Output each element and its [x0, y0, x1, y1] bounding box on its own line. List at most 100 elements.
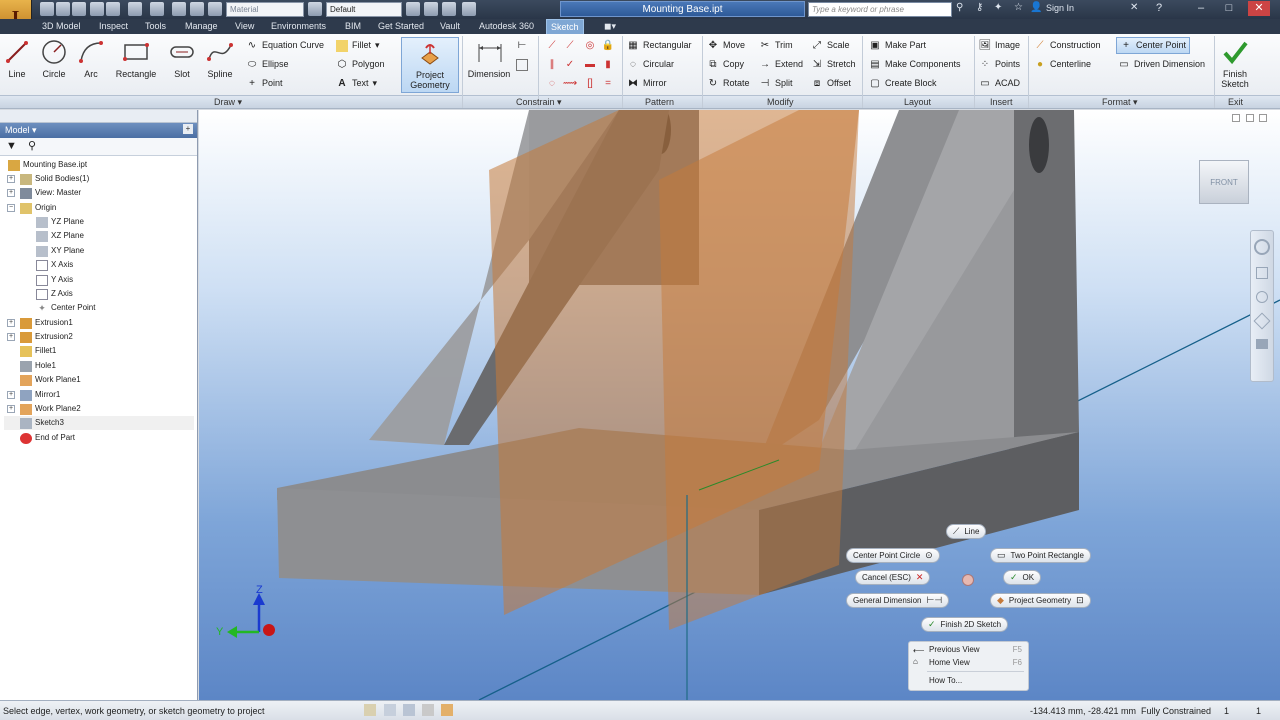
circular-pattern-button[interactable]: ◌ Circular	[627, 56, 674, 73]
minimize-button[interactable]: –	[1190, 1, 1212, 16]
fillet-button[interactable]: Fillet ▾	[336, 37, 380, 54]
equal-constraint[interactable]: =	[602, 75, 618, 92]
tab-vault[interactable]: Vault	[436, 19, 464, 34]
horizontal-constraint[interactable]: ▬	[584, 56, 600, 73]
copy-button[interactable]: ⧉ Copy	[707, 56, 744, 73]
tab-view[interactable]: View	[231, 19, 258, 34]
find-icon[interactable]: ⚲	[28, 139, 36, 152]
ellipse-button[interactable]: ⬭ Ellipse	[246, 56, 289, 73]
acad-button[interactable]: ▭ ACAD	[979, 75, 1020, 92]
arc-button[interactable]: Arc	[74, 37, 108, 93]
tree-node-fillet1[interactable]: Fillet1	[20, 344, 56, 358]
help-icon[interactable]: ?	[1156, 2, 1170, 16]
binoculars-icon[interactable]: ⚲	[956, 2, 970, 16]
update-icon[interactable]	[150, 2, 164, 16]
circle-button[interactable]: Circle	[34, 37, 74, 93]
maximize-button[interactable]: □	[1218, 1, 1240, 16]
marking-menu-ok[interactable]: ✓ OK	[1003, 570, 1042, 585]
tree-node-view[interactable]: View: Master	[20, 186, 81, 200]
orbit-icon[interactable]	[1253, 312, 1271, 330]
auto-dimension-button[interactable]: ⊢	[516, 37, 532, 54]
slot-button[interactable]: Slot	[163, 37, 201, 93]
browser-pin-icon[interactable]: +	[183, 124, 193, 134]
tools-icon[interactable]: ✦	[994, 2, 1008, 16]
vertical-constraint[interactable]: ▮	[602, 56, 618, 73]
tab-tools[interactable]: Tools	[141, 19, 170, 34]
clear-icon[interactable]	[424, 2, 438, 16]
center-point-button[interactable]: + Center Point	[1116, 37, 1191, 54]
tree-node-solid-bodies[interactable]: Solid Bodies(1)	[20, 172, 89, 186]
polygon-button[interactable]: ⬡ Polygon	[336, 56, 385, 73]
status-icon-3[interactable]	[403, 704, 415, 716]
centerline-button[interactable]: ● Centerline	[1034, 56, 1091, 73]
status-icon-4[interactable]	[422, 704, 434, 716]
expand-icon[interactable]: +	[7, 333, 15, 341]
tree-node-hole1[interactable]: Hole1	[20, 359, 56, 373]
scale-button[interactable]: ⤢ Scale	[811, 37, 850, 54]
marking-menu-cancel[interactable]: Cancel (ESC) ✕	[855, 570, 931, 585]
parallel-constraint[interactable]: ∥	[546, 56, 562, 73]
collinear-constraint[interactable]: ⟋	[564, 37, 580, 54]
sign-in-link[interactable]: Sign In	[1046, 3, 1074, 13]
help-search-input[interactable]: Type a keyword or phrase	[808, 2, 952, 17]
menu-item-home-view[interactable]: Home View	[929, 657, 970, 669]
show-constraints-button[interactable]	[516, 56, 532, 73]
tree-node-z-axis[interactable]: Z Axis	[36, 287, 73, 301]
panel-label-draw[interactable]: Draw ▾	[214, 96, 242, 108]
pan-icon[interactable]	[1256, 267, 1268, 279]
panel-label-format[interactable]: Format ▾	[1102, 96, 1138, 108]
project-geometry-button[interactable]: Project Geometry	[401, 37, 459, 93]
stretch-button[interactable]: ⇲ Stretch	[811, 56, 856, 73]
select-icon[interactable]	[172, 2, 186, 16]
tree-node-mirror1[interactable]: Mirror1	[20, 388, 60, 402]
make-part-button[interactable]: ▣ Make Part	[869, 37, 926, 54]
view-cube-maximize-icon[interactable]	[1246, 114, 1254, 122]
user-icon[interactable]: 👤	[1030, 2, 1044, 16]
tab-bim[interactable]: BIM	[341, 19, 365, 34]
line-button[interactable]: Line	[0, 37, 34, 93]
graphics-viewport[interactable]: FRONT Z Y	[199, 110, 1280, 700]
tab-environments[interactable]: Environments	[267, 19, 330, 34]
tree-node-part[interactable]: Mounting Base.ipt	[8, 158, 87, 172]
expand-icon[interactable]: +	[7, 319, 15, 327]
tab-autodesk-360[interactable]: Autodesk 360	[475, 19, 538, 34]
driven-dimension-button[interactable]: ▭ Driven Dimension	[1118, 56, 1205, 73]
browser-title[interactable]: Model ▾ +	[0, 123, 197, 138]
look-at-icon[interactable]	[1256, 339, 1268, 349]
tree-node-sketch3[interactable]: Sketch3	[4, 416, 194, 430]
tree-node-extrusion2[interactable]: Extrusion2	[20, 330, 73, 344]
redo-icon[interactable]	[106, 2, 120, 16]
adjust-icon[interactable]	[406, 2, 420, 16]
tree-node-xz-plane[interactable]: XZ Plane	[36, 229, 84, 243]
marking-menu-project-geometry[interactable]: ◆ Project Geometry ⊡	[990, 593, 1091, 608]
equation-curve-button[interactable]: ∿ Equation Curve	[246, 37, 324, 54]
point-button[interactable]: + Point	[246, 75, 282, 92]
panel-label-constrain[interactable]: Constrain ▾	[516, 96, 562, 108]
tree-node-work-plane2[interactable]: Work Plane2	[20, 402, 81, 416]
undo-icon[interactable]	[90, 2, 104, 16]
view-cube-close-icon[interactable]	[1259, 114, 1267, 122]
extend-button[interactable]: → Extend	[759, 56, 803, 73]
rectangle-button[interactable]: Rectangle	[110, 37, 162, 93]
expand-icon[interactable]: +	[7, 391, 15, 399]
tree-node-xy-plane[interactable]: XY Plane	[36, 244, 84, 258]
symmetric-constraint[interactable]: []	[584, 75, 600, 92]
expand-icon[interactable]: +	[7, 405, 15, 413]
appearance-dropdown[interactable]: Default	[326, 2, 402, 17]
tab-3d-model[interactable]: 3D Model	[38, 19, 85, 34]
marking-menu-center-point-circle[interactable]: Center Point Circle ⊙	[846, 548, 940, 563]
tab-get-started[interactable]: Get Started	[374, 19, 428, 34]
marking-menu-finish-2d-sketch[interactable]: ✓ Finish 2D Sketch	[921, 617, 1009, 632]
tab-sketch[interactable]: Sketch	[546, 19, 584, 34]
finish-sketch-button[interactable]: Finish Sketch	[1216, 37, 1254, 93]
move-button[interactable]: ✥ Move	[707, 37, 745, 54]
coincident-constraint[interactable]: ⟋	[546, 37, 562, 54]
tab-more[interactable]: ◼▾	[600, 19, 620, 34]
tree-node-origin[interactable]: Origin	[20, 201, 56, 215]
tree-node-center-point[interactable]: ✦ Center Point	[36, 301, 95, 315]
tree-node-end-of-part[interactable]: End of Part	[20, 431, 75, 445]
key-icon[interactable]: ⚷	[976, 2, 990, 16]
concentric-constraint[interactable]: ◎	[584, 37, 600, 54]
status-icon-1[interactable]	[364, 704, 376, 716]
customize-qat-icon[interactable]	[462, 2, 476, 16]
